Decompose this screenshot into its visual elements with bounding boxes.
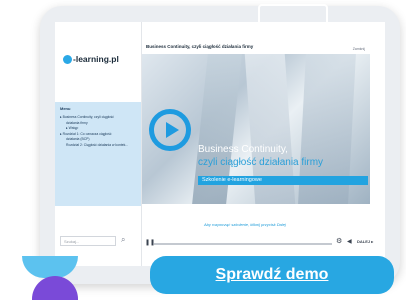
logo-mark-icon <box>63 54 72 64</box>
search-icon[interactable]: ⌕ <box>121 235 125 245</box>
next-button[interactable]: DALEJ ▸ <box>357 239 373 244</box>
menu-item[interactable]: ▸ Rozdział 1: Co oznacza ciągłość <box>60 132 136 137</box>
sidebar: -learning.pl Menu ▸ Business Continuity,… <box>55 22 142 266</box>
settings-icon[interactable]: ⚙ <box>336 237 342 245</box>
slide-title-line1: Business Continuity, <box>198 144 288 155</box>
decorative-outline <box>258 4 328 44</box>
menu-list: ▸ Business Continuity, czyli ciągłość dz… <box>60 115 136 148</box>
close-link[interactable]: Zamknij <box>353 47 365 51</box>
menu-item[interactable]: ▸ Wstęp <box>60 126 136 131</box>
search-input[interactable]: Szukaj... <box>60 236 116 246</box>
menu-title: Menu <box>60 106 71 111</box>
menu-item[interactable]: ▸ Business Continuity, czyli ciągłość <box>60 115 136 120</box>
menu-item[interactable]: Rozdział 2: Ciągłość działania w kontek.… <box>60 143 136 148</box>
course-player-screen: -learning.pl Menu ▸ Business Continuity,… <box>55 22 385 266</box>
slide-title-line2: czyli ciągłość działania firmy <box>198 157 324 168</box>
course-title: Business Continuity, czyli ciągłość dzia… <box>146 44 254 49</box>
logo-text: -learning.pl <box>73 54 119 64</box>
logo: -learning.pl <box>63 54 119 64</box>
slide-subtitle: Szkolenie e-learningowe <box>202 177 262 183</box>
progress-bar[interactable] <box>154 243 332 245</box>
play-icon <box>166 122 179 138</box>
demo-button[interactable]: Sprawdź demo <box>150 256 394 294</box>
menu-item[interactable]: działania (BCP) <box>60 137 136 142</box>
play-button[interactable] <box>149 109 191 151</box>
speaker-icon[interactable]: ◀ <box>347 238 352 245</box>
menu-item[interactable]: działania firmy <box>60 121 136 126</box>
resume-instruction: Aby rozpocząć szkolenie, kliknij przycis… <box>204 222 286 227</box>
menu-panel: Menu ▸ Business Continuity, czyli ciągło… <box>55 102 141 206</box>
